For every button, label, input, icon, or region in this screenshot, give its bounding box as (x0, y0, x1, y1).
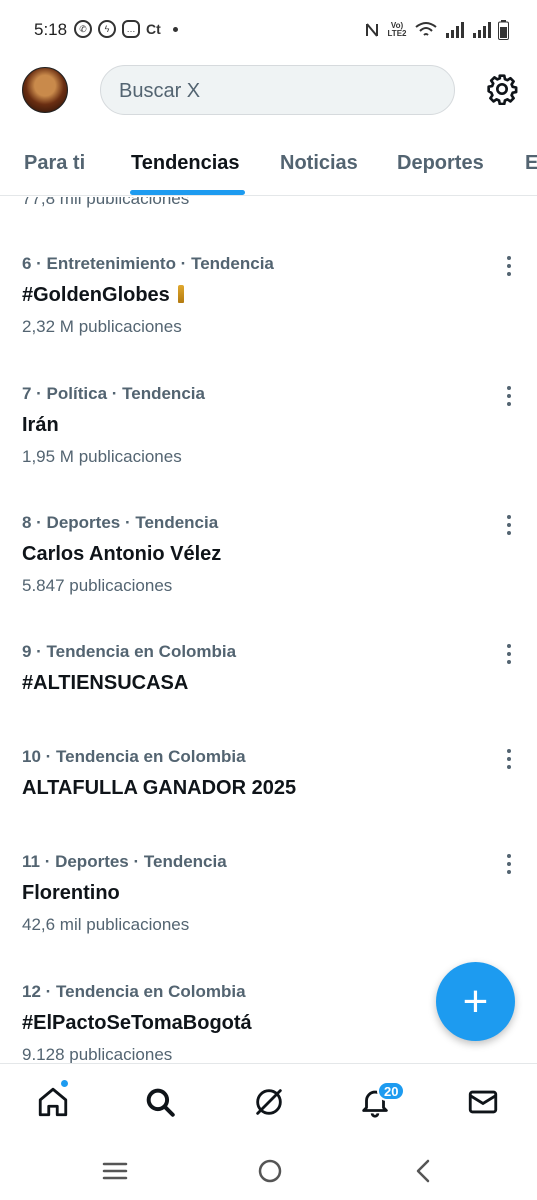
nav-grok[interactable] (251, 1084, 287, 1120)
trend-meta: 9 · Tendencia en Colombia (22, 642, 237, 661)
back-icon[interactable] (410, 1157, 438, 1185)
active-tab-indicator (130, 190, 245, 195)
trend-title: #ElPactoSeTomaBogotá (22, 1012, 252, 1034)
top-header: Buscar X (0, 60, 537, 122)
recent-apps-icon[interactable] (101, 1157, 129, 1185)
status-time: 5:18 (34, 20, 68, 39)
trend-item[interactable]: 10 · Tendencia en Colombia ALTAFULLA GAN… (0, 747, 537, 817)
trend-meta: 12 · Tendencia en Colombia (22, 982, 246, 1001)
trends-list: 77,8 mil publicaciones 6 · Entretenimien… (0, 197, 537, 1063)
system-navigation-bar (0, 1141, 537, 1200)
trend-title: Carlos Antonio Vélez (22, 543, 222, 565)
tab-tendencias[interactable]: Tendencias (131, 152, 240, 175)
trend-meta: 7 · Política · Tendencia (22, 384, 205, 403)
home-icon (38, 1087, 68, 1117)
messenger-icon: ϟ (98, 20, 116, 38)
status-bar: 5:18 ✆ ϟ … Ct Vo) LTE2 (0, 0, 537, 60)
trend-post-count: 1,95 M publicaciones (22, 447, 182, 466)
messages-icon (468, 1090, 498, 1114)
nav-home[interactable] (35, 1079, 71, 1120)
trend-title: #GoldenGlobes (22, 284, 184, 307)
ct-icon: Ct (146, 21, 161, 37)
search-input[interactable]: Buscar X (100, 65, 455, 115)
trend-meta: 10 · Tendencia en Colombia (22, 747, 246, 766)
more-options-icon[interactable] (506, 515, 512, 535)
trend-item[interactable]: 11 · Deportes · Tendencia Florentino 42,… (0, 852, 537, 952)
trend-post-count: 9.128 publicaciones (22, 1045, 173, 1063)
trend-item[interactable]: 8 · Deportes · Tendencia Carlos Antonio … (0, 513, 537, 613)
signal-sim2-icon (473, 22, 491, 38)
tab-para-ti[interactable]: Para ti (24, 152, 85, 175)
trend-title: #ALTIENSUCASA (22, 672, 189, 694)
bottom-navigation: 20 (0, 1063, 537, 1141)
more-options-icon[interactable] (506, 749, 512, 769)
search-placeholder: Buscar X (119, 80, 201, 102)
tab-noticias[interactable]: Noticias (280, 152, 358, 175)
status-system-icons: Vo) LTE2 (365, 20, 509, 40)
tab-deportes[interactable]: Deportes (397, 152, 484, 175)
more-options-icon[interactable] (506, 386, 512, 406)
more-options-icon[interactable] (506, 854, 512, 874)
nav-explore[interactable] (142, 1084, 178, 1120)
signal-sim1-icon (446, 22, 464, 38)
explore-tabs: Para ti Tendencias Noticias Deportes E (0, 128, 537, 196)
trend-post-count: 5.847 publicaciones (22, 576, 173, 595)
trend-meta: 8 · Deportes · Tendencia (22, 513, 219, 532)
settings-gear-icon[interactable] (486, 73, 518, 105)
trend-item[interactable]: 6 · Entretenimiento · Tendencia #GoldenG… (0, 254, 537, 354)
trend-post-count: 2,32 M publicaciones (22, 317, 182, 336)
trend-title: Irán (22, 414, 59, 436)
notifications-badge: 20 (377, 1081, 406, 1101)
trophy-icon (177, 285, 184, 303)
previous-trend-count: 77,8 mil publicaciones (22, 197, 190, 208)
home-new-dot (60, 1079, 69, 1088)
trend-title: ALTAFULLA GANADOR 2025 (22, 777, 297, 799)
compose-post-button[interactable]: + (436, 962, 515, 1041)
status-app-icons: ✆ ϟ … Ct (74, 20, 178, 38)
trend-title: Florentino (22, 882, 120, 904)
more-notifications-dot-icon (172, 26, 178, 32)
trend-item[interactable]: 9 · Tendencia en Colombia #ALTIENSUCASA (0, 642, 537, 712)
grok-icon (256, 1089, 282, 1115)
nav-messages[interactable] (465, 1084, 501, 1120)
battery-icon (498, 20, 509, 40)
search-icon (146, 1088, 175, 1117)
profile-avatar[interactable] (22, 67, 68, 113)
wifi-icon (415, 22, 437, 36)
whatsapp-icon: ✆ (74, 20, 92, 38)
volte-label: Vo) LTE2 (387, 21, 407, 38)
more-options-icon[interactable] (506, 644, 512, 664)
trend-meta: 11 · Deportes · Tendencia (22, 852, 227, 871)
home-button-icon[interactable] (256, 1157, 284, 1185)
trend-item[interactable]: 7 · Política · Tendencia Irán 1,95 M pub… (0, 384, 537, 484)
more-options-icon[interactable] (506, 256, 512, 276)
trend-meta: 6 · Entretenimiento · Tendencia (22, 254, 274, 273)
nfc-icon (366, 23, 378, 37)
chat-bubble-icon: … (122, 20, 140, 38)
tab-entretenimiento[interactable]: E (525, 152, 537, 175)
trend-post-count: 42,6 mil publicaciones (22, 915, 190, 934)
plus-icon: + (462, 976, 489, 1026)
